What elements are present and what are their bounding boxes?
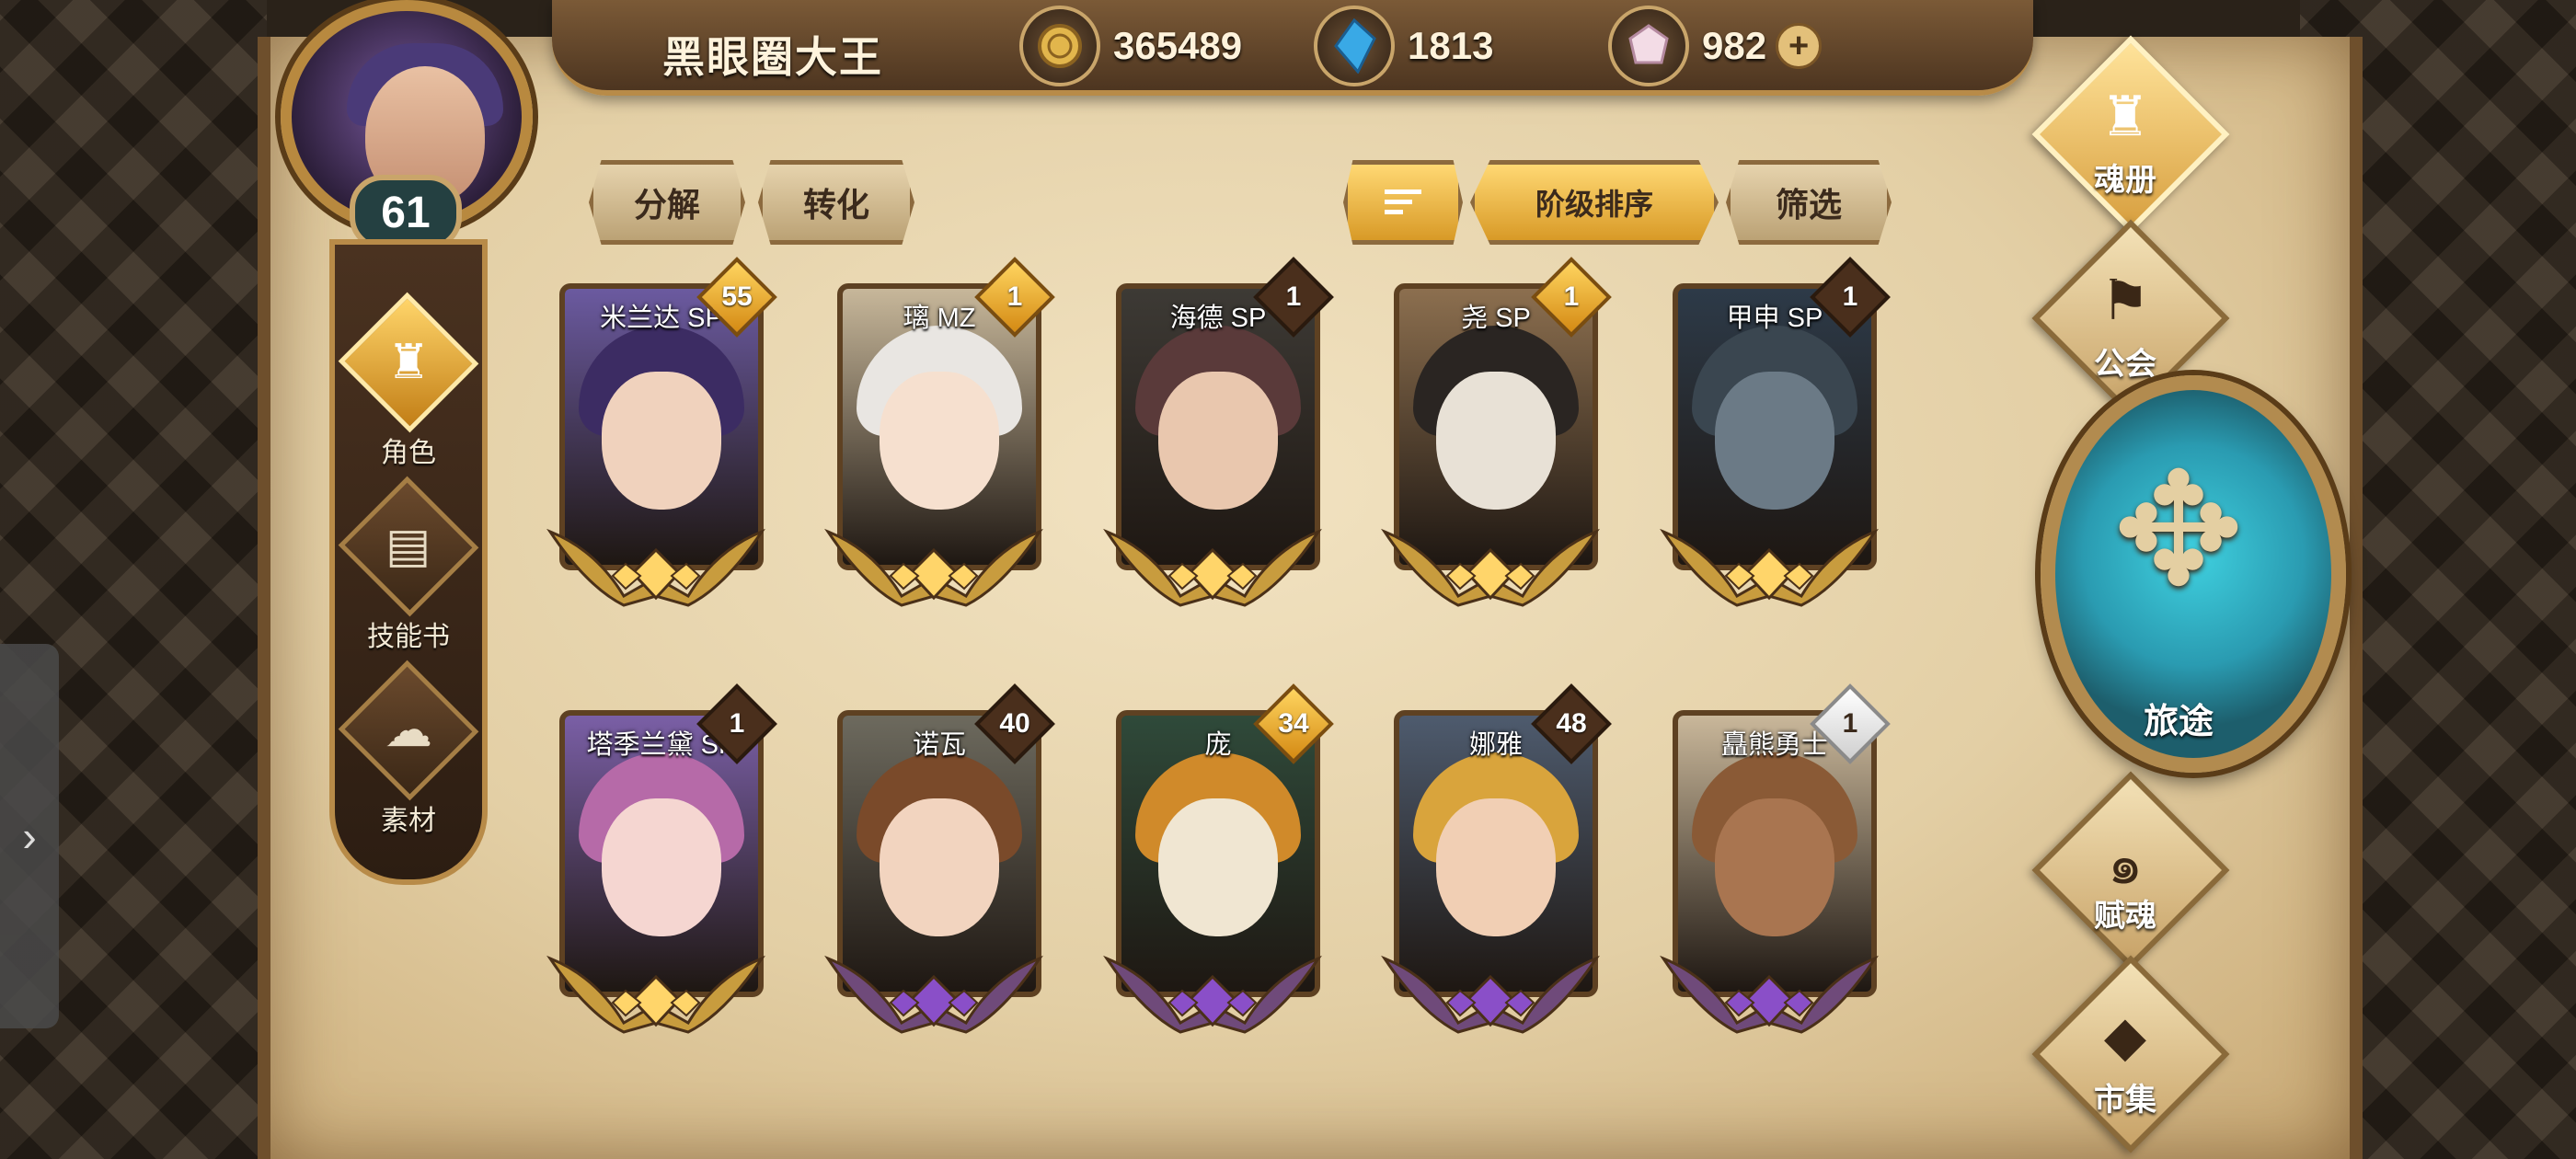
guild-button[interactable]: ⚑ 公会 (1987, 219, 2263, 418)
crystal-resource: 982 + (1608, 6, 1823, 86)
character-card[interactable]: 海德 SP 1 (1098, 257, 1334, 624)
character-card[interactable]: 诺瓦 40 (819, 683, 1055, 1050)
tier-wings-emblem (1381, 955, 1600, 1034)
plus-icon[interactable]: + (1776, 23, 1823, 69)
player-name: 黑眼圈大王 (662, 33, 883, 81)
sort-by-rank-button[interactable]: 阶级排序 (1470, 160, 1719, 245)
gem-resource: 1813 (1314, 6, 1494, 86)
nav-label: 素材 (381, 806, 436, 836)
tier-wings-emblem (1660, 528, 1879, 607)
character-card[interactable]: 娜雅 48 (1375, 683, 1612, 1050)
market-button[interactable]: ◆ 市集 (1987, 955, 2263, 1153)
helmet-icon: ♜ (2100, 86, 2150, 147)
sort-icon (1385, 189, 1421, 214)
tier-wings-emblem (546, 528, 765, 607)
tier-wings-emblem (1103, 528, 1322, 607)
chevron-right-icon: › (22, 812, 37, 860)
nav-label: 技能书 (367, 622, 450, 652)
tier-wings-emblem (1660, 955, 1879, 1034)
card-count-badge: 1 (1253, 257, 1334, 338)
character-card[interactable]: 米兰达 SP 55 (541, 257, 777, 624)
nav-item-materials[interactable]: ☁ 素材 (335, 660, 482, 838)
tier-wings-emblem (824, 528, 1043, 607)
tier-wings-emblem (824, 955, 1043, 1034)
character-card[interactable]: 塔季兰黛 SP 1 (541, 683, 777, 1050)
card-count-badge: 40 (974, 683, 1055, 764)
helmet-icon: ♜ (386, 336, 431, 389)
spirit-icon: ☁ (385, 704, 432, 757)
gold-amount: 365489 (1113, 24, 1243, 67)
player-avatar[interactable]: 61 (262, 0, 547, 258)
soul-book-button[interactable]: ♜ 魂册 (1987, 35, 2263, 234)
character-card[interactable]: 甲申 SP 1 (1654, 257, 1891, 624)
banner-icon: ⚑ (2100, 270, 2150, 331)
convert-button[interactable]: 转化 (758, 160, 914, 245)
card-count-badge: 48 (1531, 683, 1612, 764)
tier-wings-emblem (1381, 528, 1600, 607)
character-card[interactable]: 璃 MZ 1 (819, 257, 1055, 624)
soul-book-label: 魂册 (2094, 163, 2156, 198)
left-side-nav: ♜ 角色 ▤ 技能书 ☁ 素材 (329, 239, 488, 885)
gold-coin-icon (1019, 6, 1100, 86)
decompose-button[interactable]: 分解 (589, 160, 745, 245)
gem-icon: ◆ (2103, 1005, 2147, 1067)
card-count-badge: 1 (1810, 257, 1891, 338)
card-count-badge: 1 (696, 683, 777, 764)
journey-button[interactable]: ✥ 旅途 (2041, 375, 2346, 773)
card-count-badge: 1 (1810, 683, 1891, 764)
tier-wings-emblem (1103, 955, 1322, 1034)
blue-gem-icon (1314, 6, 1395, 86)
crystal-amount: 982 (1702, 24, 1767, 67)
card-count-badge: 55 (696, 257, 777, 338)
card-count-badge: 1 (1531, 257, 1612, 338)
expand-panel-handle[interactable]: › (0, 644, 59, 1028)
journey-label: 旅途 (2143, 703, 2214, 741)
gold-resource: 365489 (1019, 6, 1243, 86)
soul-infuse-label: 赋魂 (2094, 899, 2156, 934)
soul-infuse-button[interactable]: ๑ 赋魂 (1987, 771, 2263, 970)
character-card[interactable]: 庞 34 (1098, 683, 1334, 1050)
compass-icon: ✥ (2112, 443, 2245, 618)
tier-wings-emblem (546, 955, 765, 1034)
nav-label: 角色 (381, 438, 436, 468)
sort-order-button[interactable] (1343, 160, 1463, 245)
card-count-badge: 34 (1253, 683, 1334, 764)
card-count-badge: 1 (974, 257, 1055, 338)
market-label: 市集 (2094, 1083, 2156, 1118)
character-card[interactable]: 矗熊勇士 1 (1654, 683, 1891, 1050)
book-icon: ▤ (385, 519, 431, 573)
nav-item-skill-book[interactable]: ▤ 技能书 (335, 476, 482, 654)
character-card[interactable]: 尧 SP 1 (1375, 257, 1612, 624)
filter-button[interactable]: 筛选 (1726, 160, 1892, 245)
nav-item-role[interactable]: ♜ 角色 (335, 292, 482, 470)
gem-amount: 1813 (1408, 24, 1494, 67)
crystal-icon (1608, 6, 1689, 86)
